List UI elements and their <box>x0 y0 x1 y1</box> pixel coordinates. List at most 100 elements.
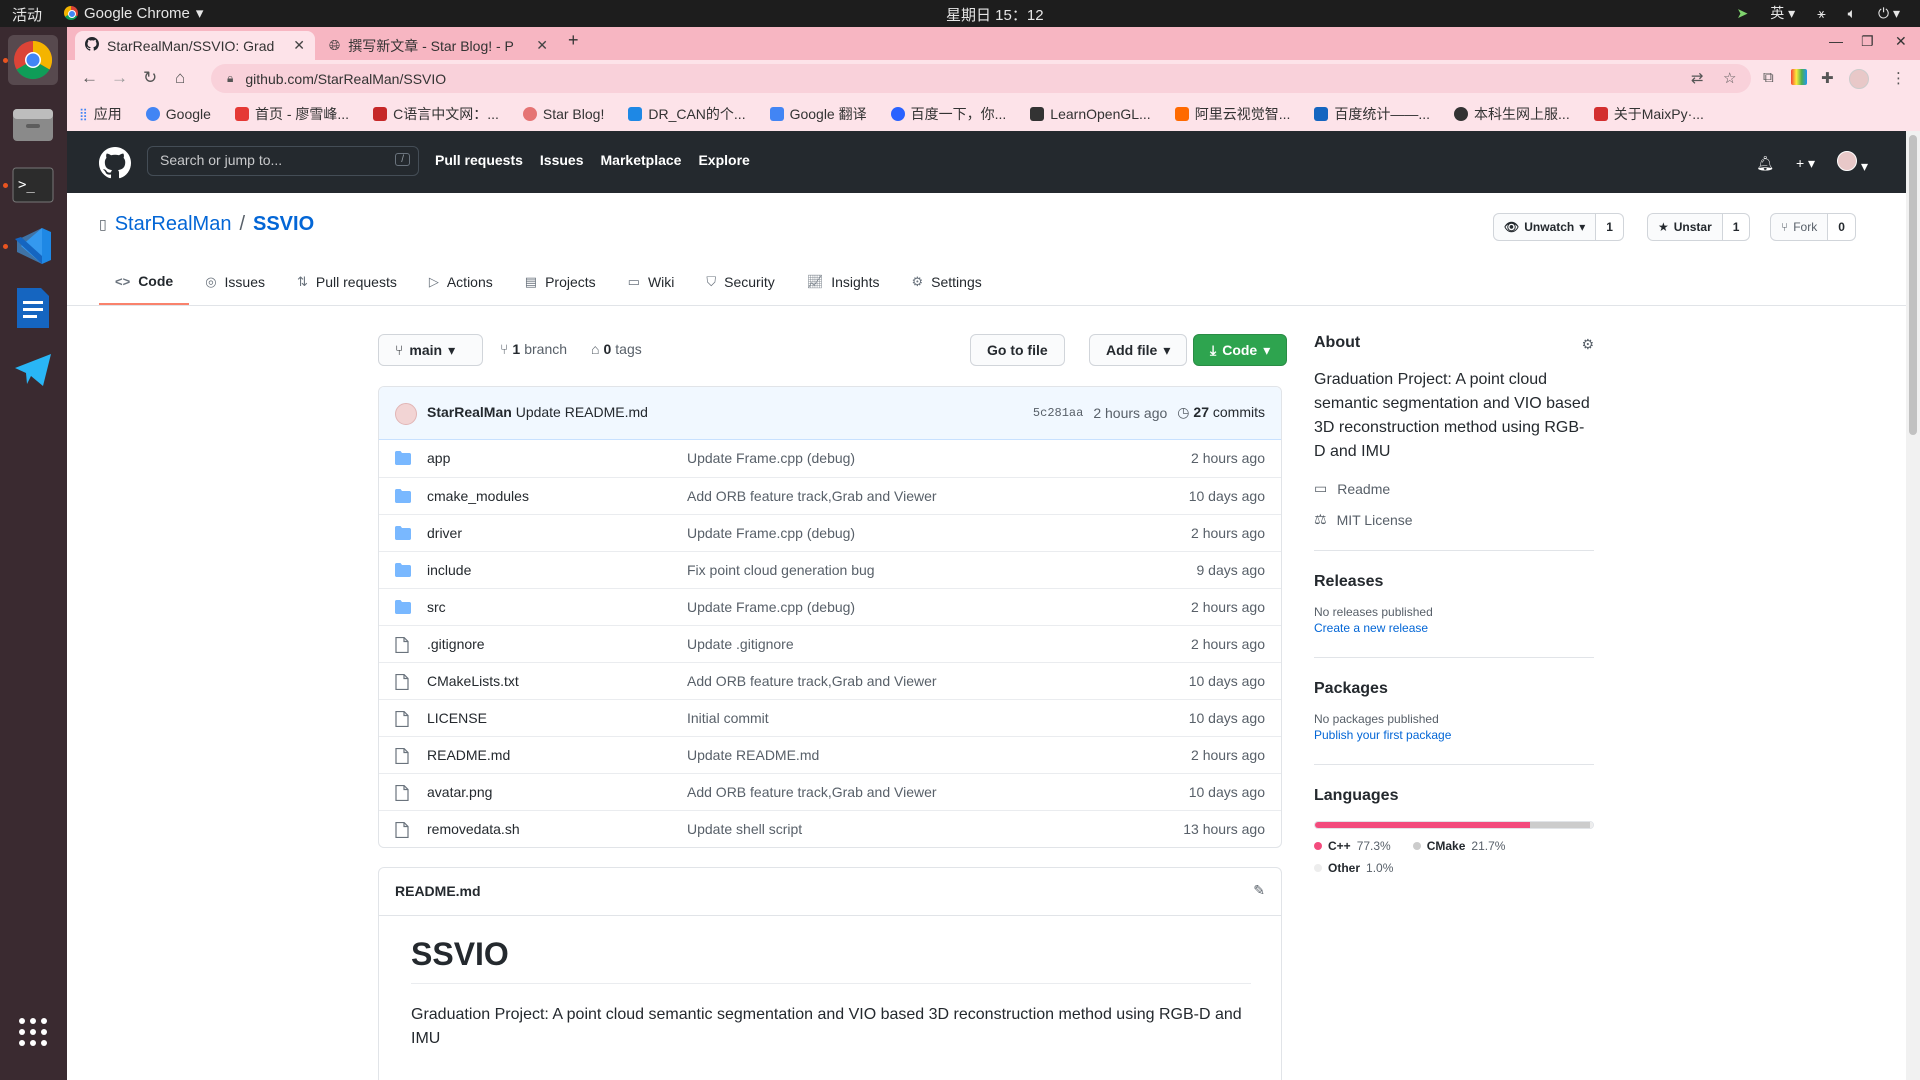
create-new-icon[interactable]: + ▾ <box>1796 155 1815 172</box>
volume-icon[interactable]: 🔈︎ <box>1848 5 1856 22</box>
file-name-link[interactable]: cmake_modules <box>427 488 529 504</box>
create-release-link[interactable]: Create a new release <box>1314 621 1594 635</box>
file-name-link[interactable]: app <box>427 450 450 466</box>
bookmark-item[interactable]: 阿里云视觉智... <box>1174 104 1290 124</box>
extension-icon[interactable]: ⧉ <box>1763 69 1774 86</box>
browser-tab-active[interactable]: StarRealMan/SSVIO: Grad ✕ <box>75 31 315 60</box>
browser-tab[interactable]: 🌐︎ 撰写新文章 - Star Blog! - P ✕ <box>319 31 559 60</box>
bookmark-item[interactable]: 百度统计——... <box>1314 104 1430 124</box>
tab-issues[interactable]: ◎ Issues <box>189 259 281 305</box>
notifications-bell-icon[interactable]: 🔔︎ <box>1756 155 1774 172</box>
minimize-window-icon[interactable]: — <box>1829 33 1843 49</box>
activities-button[interactable]: 活动 <box>12 4 42 25</box>
file-name-link[interactable]: LICENSE <box>427 710 487 726</box>
fork-button[interactable]: ⑂ Fork <box>1770 213 1829 241</box>
restore-window-icon[interactable]: ❐ <box>1861 33 1874 50</box>
back-icon[interactable]: ← <box>81 68 98 88</box>
unwatch-button[interactable]: 👁︎ Unwatch ▾ <box>1493 213 1597 241</box>
star-count[interactable]: 1 <box>1722 213 1751 241</box>
bookmark-item[interactable]: 本科生网上服... <box>1454 104 1570 124</box>
tab-pull-requests[interactable]: ⇅ Pull requests <box>281 259 413 305</box>
file-commit-message-link[interactable]: Add ORB feature track,Grab and Viewer <box>687 784 937 800</box>
file-name-link[interactable]: include <box>427 562 471 578</box>
dock-files-icon[interactable] <box>8 99 58 149</box>
file-name-link[interactable]: README.md <box>427 747 510 763</box>
file-row[interactable]: src Update Frame.cpp (debug) 2 hours ago <box>379 588 1281 625</box>
unstar-button[interactable]: ★ Unstar <box>1647 213 1723 241</box>
file-row[interactable]: driver Update Frame.cpp (debug) 2 hours ag… <box>379 514 1281 551</box>
file-commit-message-link[interactable]: Initial commit <box>687 710 769 726</box>
dock-telegram-icon[interactable] <box>8 345 58 395</box>
commit-message-link[interactable]: Update README.md <box>516 404 648 420</box>
branch-select-button[interactable]: ⑂ main ▾ <box>378 334 483 366</box>
user-avatar-menu[interactable]: ▾ <box>1837 151 1868 175</box>
puzzle-extensions-icon[interactable]: ✚ <box>1821 69 1834 87</box>
forward-icon[interactable]: → <box>111 68 128 88</box>
file-commit-message-link[interactable]: Add ORB feature track,Grab and Viewer <box>687 673 937 689</box>
language-item[interactable]: Other 1.0% <box>1314 861 1393 875</box>
clock[interactable]: 星期日 15：12 <box>946 4 1044 25</box>
bookmark-item[interactable]: Star Blog! <box>522 106 604 122</box>
dock-terminal-icon[interactable]: >_ <box>8 160 58 210</box>
scrollbar-thumb[interactable] <box>1909 135 1917 435</box>
bookmark-item[interactable]: 百度一下，你... <box>890 104 1006 124</box>
bookmark-star-icon[interactable]: ☆ <box>1723 69 1736 87</box>
file-commit-message-link[interactable]: Fix point cloud generation bug <box>687 562 875 578</box>
file-row[interactable]: README.md Update README.md 2 hours ago <box>379 736 1281 773</box>
home-icon[interactable]: ⌂ <box>175 68 185 88</box>
tab-wiki[interactable]: ▭ Wiki <box>612 259 691 305</box>
dock-chrome-icon[interactable] <box>8 35 58 85</box>
commit-author-link[interactable]: StarRealMan <box>427 404 512 420</box>
tab-close-icon[interactable]: ✕ <box>536 37 548 54</box>
app-menu[interactable]: Google Chrome ▾ <box>64 4 203 22</box>
license-link[interactable]: ⚖ MIT License <box>1314 511 1594 528</box>
github-logo-icon[interactable] <box>99 147 131 179</box>
file-row[interactable]: .gitignore Update .gitignore 2 hours ago <box>379 625 1281 662</box>
tab-insights[interactable]: 📈︎ Insights <box>791 259 896 305</box>
fork-count[interactable]: 0 <box>1828 213 1856 241</box>
close-window-icon[interactable]: ✕ <box>1895 33 1907 50</box>
tab-settings[interactable]: ⚙ Settings <box>895 259 997 305</box>
file-row[interactable]: LICENSE Initial commit 10 days ago <box>379 699 1281 736</box>
translate-icon[interactable]: ⇄ <box>1691 69 1704 87</box>
file-name-link[interactable]: .gitignore <box>427 636 485 652</box>
nav-issues[interactable]: Issues <box>540 152 584 168</box>
page-scrollbar[interactable] <box>1906 131 1920 1080</box>
input-method-indicator[interactable]: 英 ▾ <box>1770 3 1795 23</box>
nav-explore[interactable]: Explore <box>698 152 749 168</box>
branches-link[interactable]: ⑂ 1 branch <box>500 341 567 357</box>
tab-actions[interactable]: ▷ Actions <box>413 259 509 305</box>
commit-author-avatar[interactable] <box>395 403 417 425</box>
file-row[interactable]: CMakeLists.txt Add ORB feature track,Grab… <box>379 662 1281 699</box>
file-commit-message-link[interactable]: Update .gitignore <box>687 636 794 652</box>
tab-security[interactable]: ⛉ Security <box>690 259 790 305</box>
repo-owner-link[interactable]: StarRealMan <box>115 213 232 236</box>
edit-pencil-icon[interactable]: ✎ <box>1253 882 1265 899</box>
lock-icon[interactable]: 🔒︎ <box>227 71 233 86</box>
bookmark-item[interactable]: DR_CAN的个... <box>628 104 746 124</box>
dock-writer-icon[interactable] <box>8 283 58 333</box>
file-commit-message-link[interactable]: Update Frame.cpp (debug) <box>687 599 855 615</box>
file-commit-message-link[interactable]: Add ORB feature track,Grab and Viewer <box>687 488 937 504</box>
tab-close-icon[interactable]: ✕ <box>293 37 305 54</box>
language-item[interactable]: C++ 77.3% <box>1314 839 1391 853</box>
file-commit-message-link[interactable]: Update Frame.cpp (debug) <box>687 450 855 466</box>
publish-package-link[interactable]: Publish your first package <box>1314 728 1594 742</box>
commits-link[interactable]: ◷ 27 commits <box>1177 404 1265 421</box>
releases-title[interactable]: Releases <box>1314 573 1594 591</box>
show-applications-icon[interactable] <box>8 1007 58 1057</box>
file-row[interactable]: removedata.sh Update shell script 13 hours… <box>379 810 1281 847</box>
address-bar[interactable]: 🔒︎ github.com/StarRealMan/SSVIO <box>211 64 1751 93</box>
bookmark-item[interactable]: Google <box>145 106 211 122</box>
file-commit-message-link[interactable]: Update shell script <box>687 821 802 837</box>
file-name-link[interactable]: src <box>427 599 446 615</box>
add-file-button[interactable]: Add file ▾ <box>1089 334 1188 366</box>
network-icon[interactable]: ⚹ <box>1817 5 1825 22</box>
tab-code[interactable]: <> Code <box>99 259 190 305</box>
bookmark-apps[interactable]: ⣿ 应用 <box>79 104 122 124</box>
telegram-tray-icon[interactable]: ➤ <box>1737 5 1749 22</box>
bookmark-item[interactable]: Google 翻译 <box>769 104 867 124</box>
bookmark-item[interactable]: 关于MaixPy·... <box>1593 104 1704 124</box>
nav-pull-requests[interactable]: Pull requests <box>435 152 523 168</box>
about-settings-gear-icon[interactable]: ⚙ <box>1581 336 1594 353</box>
